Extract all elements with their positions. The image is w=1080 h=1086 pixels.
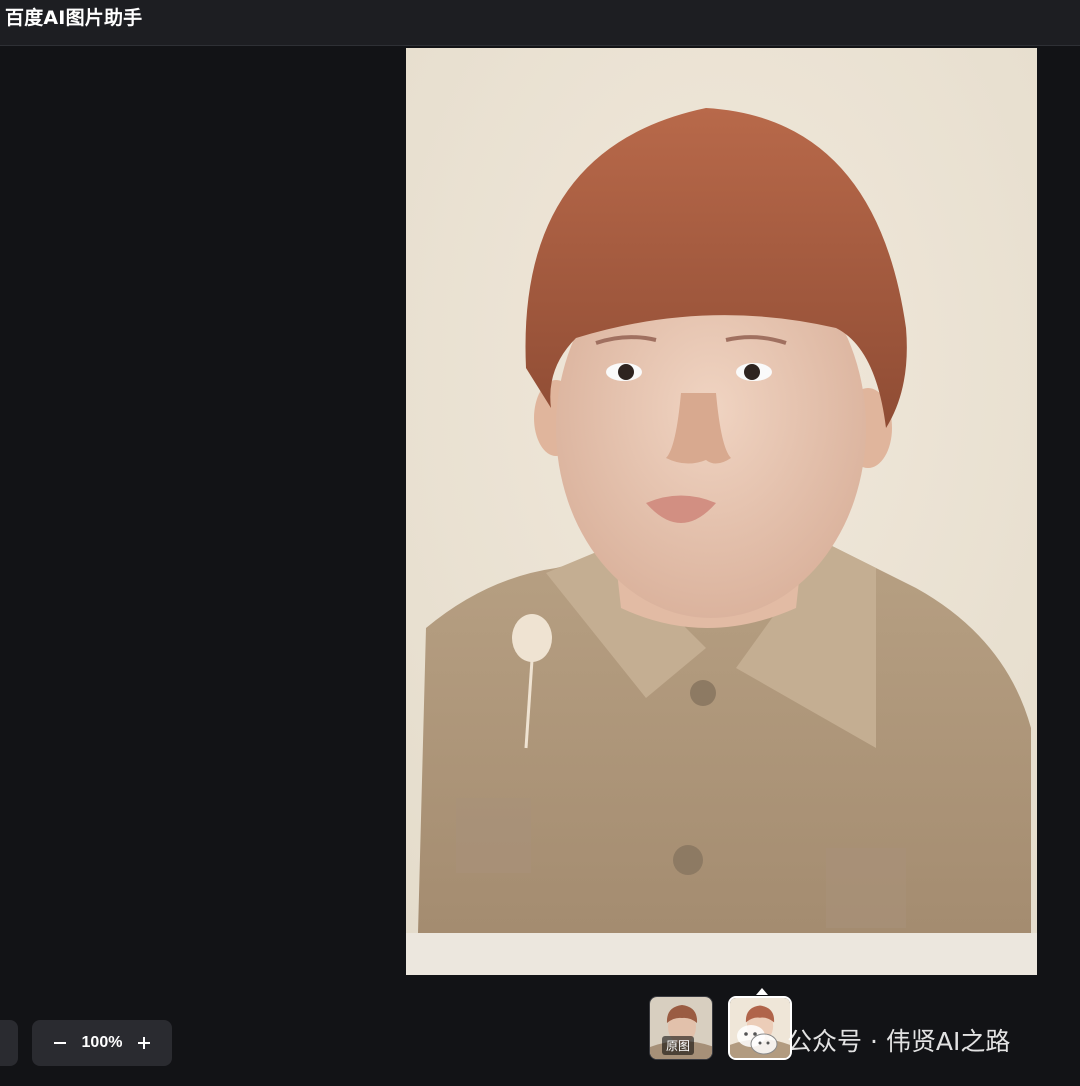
plus-icon: [137, 1037, 150, 1049]
watermark-text: 公众号 · 伟贤AI之路: [787, 1027, 1011, 1056]
thumbnail-original-label: 原图: [662, 1036, 695, 1055]
minus-icon: [54, 1042, 66, 1044]
title-bar: 百度AI图片助手: [0, 0, 1080, 46]
watermark: 公众号 · 伟贤AI之路: [735, 1022, 1010, 1058]
app-title: 百度AI图片助手: [5, 7, 143, 29]
selected-thumbnail-pointer: [756, 988, 768, 995]
thumbnail-original[interactable]: 原图: [649, 996, 713, 1060]
photo-preview[interactable]: [406, 48, 1037, 975]
zoom-out-button[interactable]: [46, 1029, 74, 1057]
portrait-image: [406, 48, 1037, 975]
wechat-icon: [737, 1025, 778, 1055]
zoom-level: 100%: [81, 1034, 123, 1051]
zoom-control: 100%: [32, 1020, 172, 1066]
zoom-in-button[interactable]: [130, 1029, 158, 1057]
side-panel-toggle[interactable]: [0, 1020, 18, 1066]
